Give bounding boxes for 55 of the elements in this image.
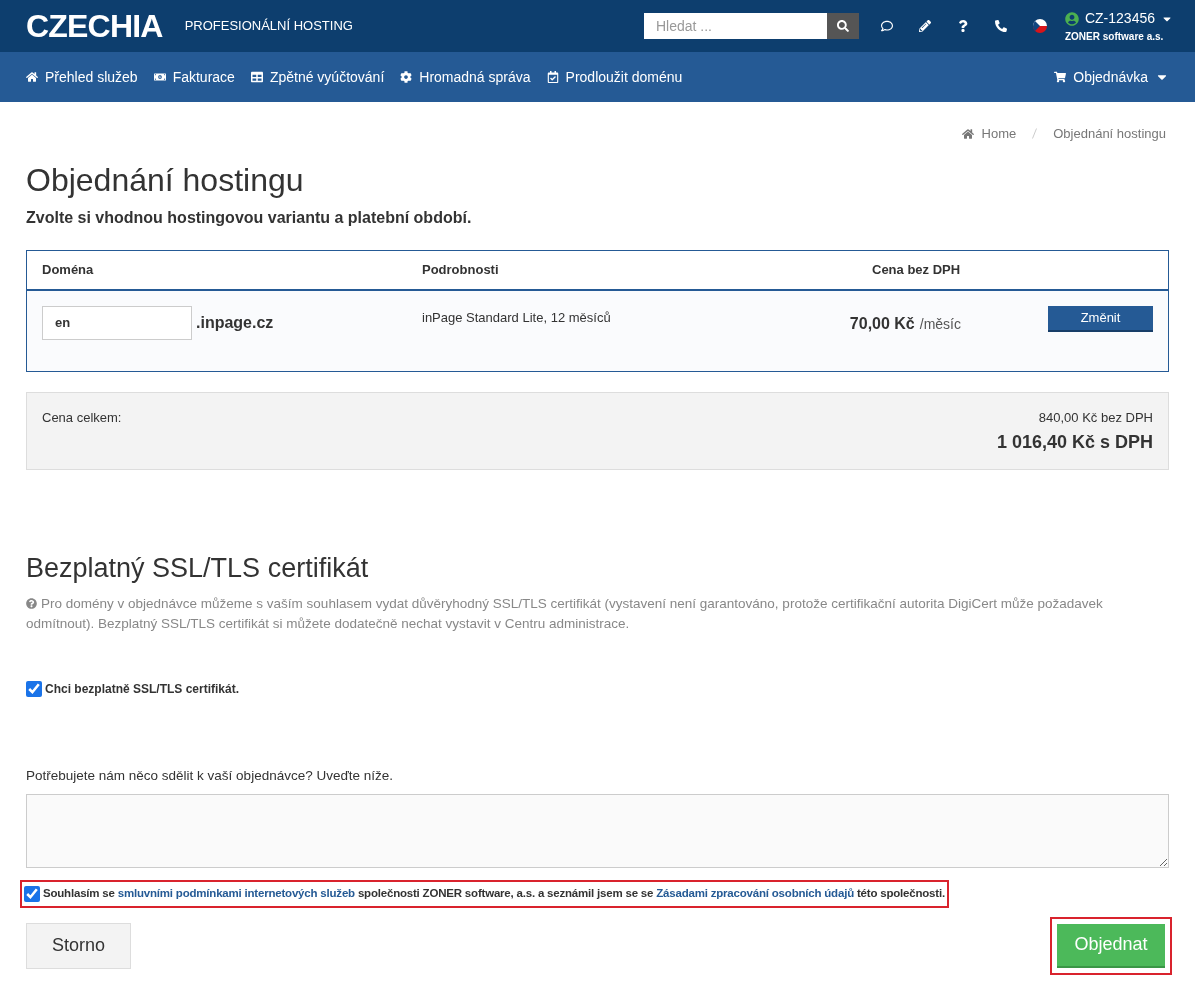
consent-text: Souhlasím se smluvními podmínkami internetových služeb společnosti ZONER software, a.s. a seznámil jsem se se Zásadami zpracování osobních údajů této společnosti. [43, 886, 945, 902]
column-header: Doména [42, 260, 95, 279]
company-name: ZONER software a.s. [1064, 30, 1165, 44]
chat-icon[interactable] [880, 20, 893, 32]
question-icon [26, 598, 37, 609]
breadcrumb-link[interactable]: Home [981, 124, 1017, 144]
terms-link[interactable]: Zásadami zpracování osobních údajů [656, 887, 854, 900]
home-icon [961, 127, 974, 140]
total-label: Cena celkem: [42, 408, 122, 427]
calendar-icon [546, 71, 559, 83]
home-icon [26, 71, 38, 83]
checkbox-label: Chci bezplatně SSL/TLS certifikát. [45, 681, 240, 698]
help-icon[interactable] [956, 20, 969, 32]
order-menu[interactable]: Objednávka [1054, 66, 1169, 88]
cancel-button[interactable]: Storno [26, 922, 131, 969]
nav-link[interactable]: Zpětné vyúčtování [250, 66, 385, 88]
tagline: PROFESIONÁLNÍ HOSTING [184, 17, 353, 36]
price: 70,00 Kč [849, 313, 915, 334]
phone-icon[interactable] [994, 20, 1007, 32]
section-title: Bezplatný SSL/TLS certifikát [26, 551, 370, 585]
search-icon [836, 20, 849, 32]
total-gross: 1 016,40 Kč s DPH [996, 431, 1153, 454]
logo[interactable]: CZECHIA [26, 2, 163, 50]
plan-details: inPage Standard Lite, 12 měsíců [422, 308, 612, 327]
cart-icon [1054, 71, 1067, 83]
breadcrumb-link[interactable]: Objednání hostingu [1053, 124, 1166, 144]
gear-icon [400, 71, 413, 83]
flag-icon[interactable] [1032, 19, 1047, 33]
pencil-icon[interactable] [918, 20, 931, 32]
note-label: Potřebujete nám něco sdělit k vaší objednávce? Uveďte níže. [26, 767, 394, 785]
breadcrumb-separator-icon [1032, 128, 1038, 140]
change-button[interactable]: Změnit [1048, 305, 1153, 332]
account-id: CZ-123456 [1084, 9, 1155, 28]
nav-link[interactable]: Hromadná správa [400, 66, 531, 88]
checkbox[interactable] [24, 885, 40, 902]
price-period: /měsíc [919, 314, 961, 334]
user-icon [1064, 11, 1079, 26]
column-header: Podrobnosti [422, 260, 500, 279]
column-header: Cena bez DPH [871, 260, 962, 279]
page-subtitle: Zvolte si vhodnou hostingovou variantu a platební období. [26, 207, 473, 228]
banknote-icon [153, 71, 166, 83]
info-text: Pro domény v objednávce můžeme s vaším souhlasem vydat důvěryhodný SSL/TLS certifikát (vystavení není garantováno, protože certifikační autorita DigiCert může požadavek odmítnout). Bezplatný SSL/TLS certifikát si můžete dodatečně nechat vystavit v Centru administrace. [26, 595, 1104, 633]
domain-input[interactable]: en [42, 305, 192, 340]
page-title: Objednání hostingu [26, 160, 305, 200]
nav-link[interactable]: Prodloužit doménu [546, 66, 683, 88]
search-field[interactable]: Hledat ... [643, 13, 827, 39]
nav-link[interactable]: Fakturace [153, 66, 235, 88]
checkbox[interactable] [26, 681, 42, 697]
account-menu[interactable]: CZ-123456 ZONER software a.s. [1064, 8, 1173, 44]
search-button[interactable] [826, 13, 859, 39]
total-net: 840,00 Kč bez DPH [1038, 408, 1153, 427]
table-icon [250, 71, 263, 83]
terms-link[interactable]: smluvními podmínkami internetových služeb [117, 887, 355, 900]
domain-suffix: .inpage.cz [196, 312, 274, 333]
nav-link[interactable]: Přehled služeb [26, 66, 138, 88]
